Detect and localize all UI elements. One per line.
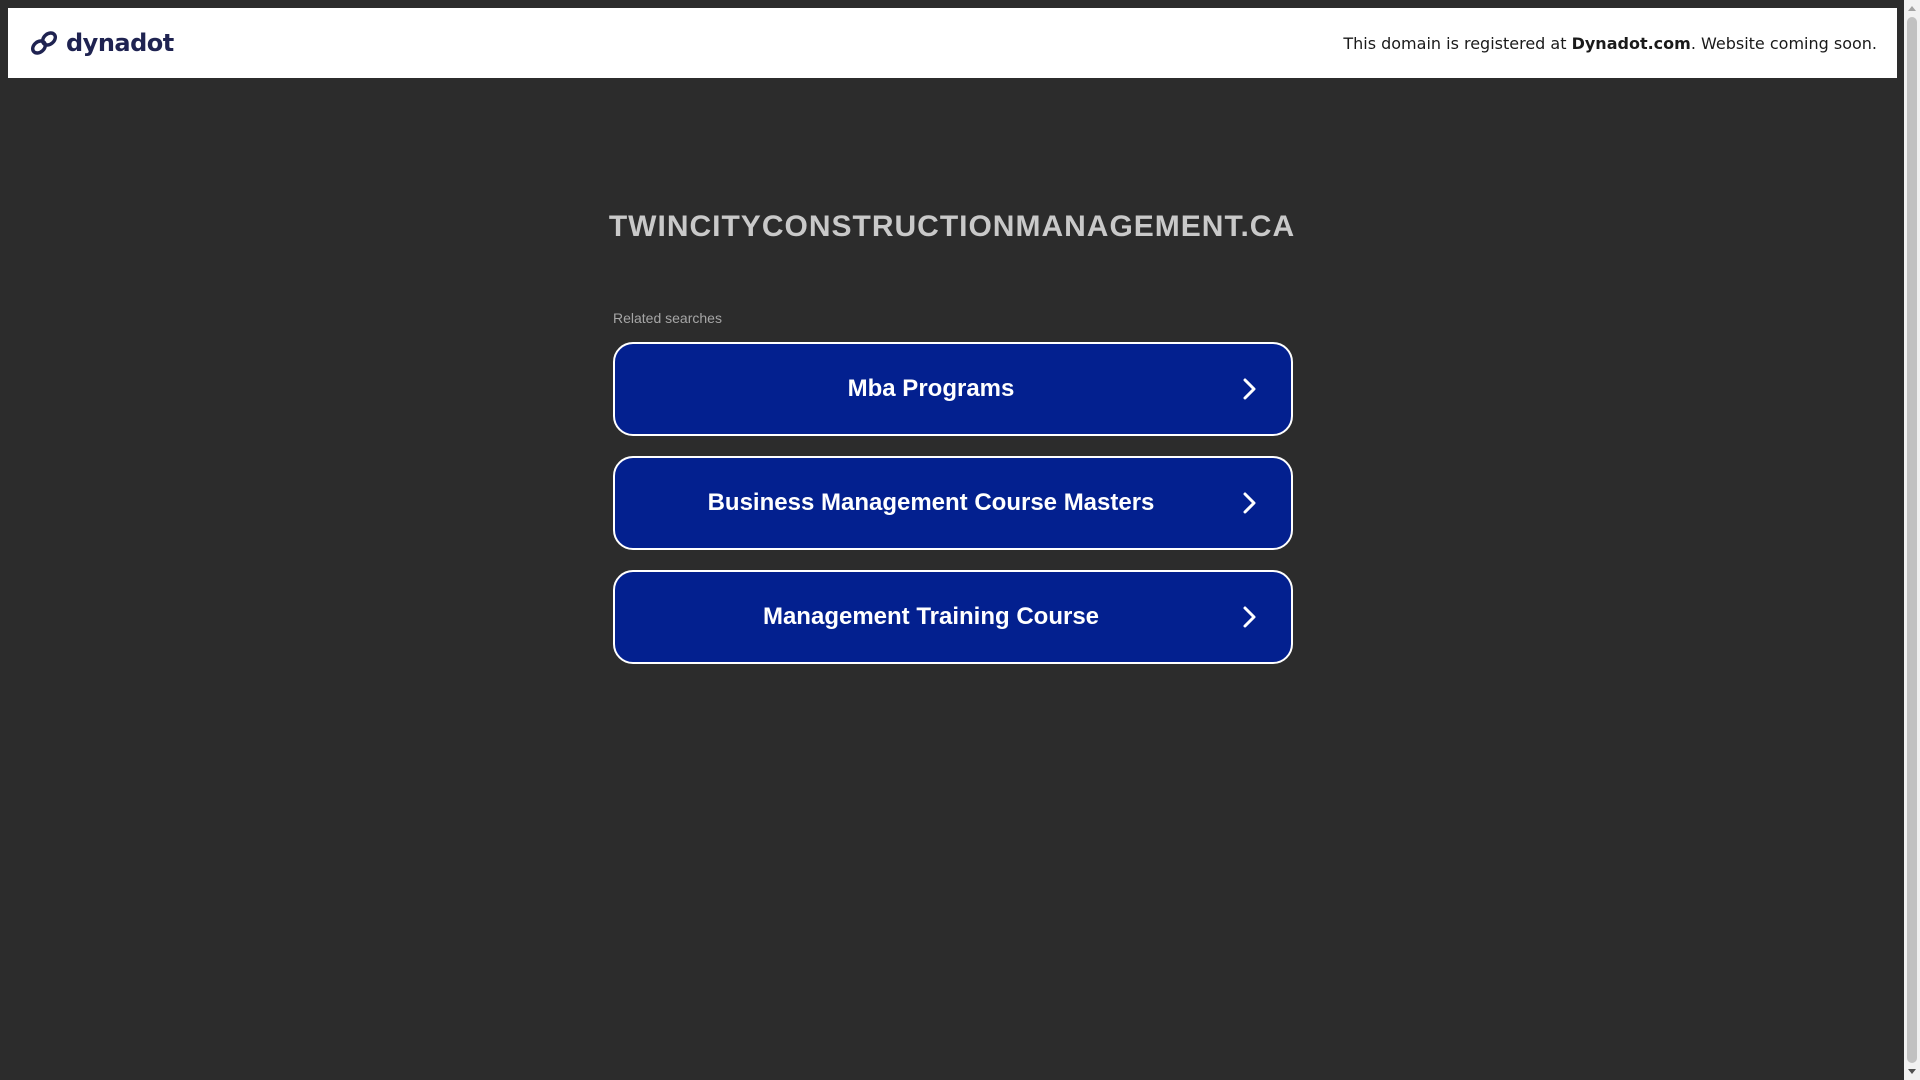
- registration-notice: This domain is registered at Dynadot.com…: [1343, 34, 1877, 53]
- chevron-right-icon: [1243, 492, 1256, 514]
- search-button-label: Business Management Course Masters: [707, 489, 1155, 516]
- chevron-right-icon: [1243, 606, 1256, 628]
- search-button-business-management-course-masters[interactable]: Business Management Course Masters: [613, 456, 1293, 550]
- notice-suffix: . Website coming soon.: [1690, 33, 1877, 53]
- vertical-scrollbar[interactable]: [1904, 0, 1920, 1080]
- logo-text: dynadot: [66, 29, 174, 57]
- dynadot-logo-link[interactable]: dynadot: [28, 27, 174, 59]
- search-button-management-training-course[interactable]: Management Training Course: [613, 570, 1293, 664]
- scrollbar-thumb[interactable]: [1907, 17, 1917, 1063]
- related-searches-label: Related searches: [613, 310, 722, 326]
- search-button-label: Management Training Course: [762, 603, 1100, 630]
- search-button-label: Mba Programs: [847, 375, 1015, 402]
- related-searches: Related searches Mba Programs Business M…: [613, 310, 1293, 684]
- page: dynadot This domain is registered at Dyn…: [0, 0, 1920, 1080]
- scroll-down-arrow-icon[interactable]: [1908, 1069, 1916, 1074]
- search-button-mba-programs[interactable]: Mba Programs: [613, 342, 1293, 436]
- chevron-right-icon: [1243, 378, 1256, 400]
- notice-prefix: This domain is registered at: [1343, 33, 1572, 53]
- notice-brand-link[interactable]: Dynadot.com: [1572, 34, 1691, 53]
- domain-title: TWINCITYCONSTRUCTIONMANAGEMENT.CA: [608, 210, 1296, 243]
- top-banner: dynadot This domain is registered at Dyn…: [8, 8, 1897, 78]
- scroll-up-arrow-icon[interactable]: [1908, 6, 1916, 11]
- dynadot-link-icon: [30, 31, 58, 55]
